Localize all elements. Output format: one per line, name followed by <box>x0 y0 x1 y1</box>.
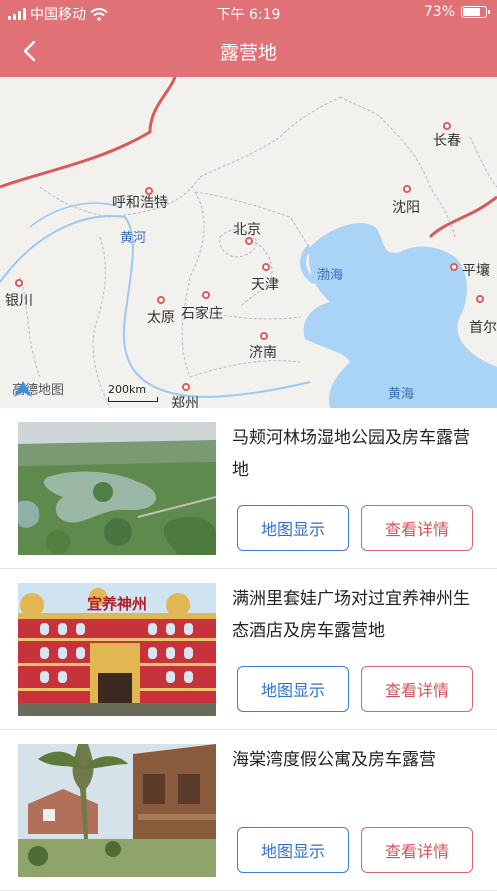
map-marker <box>450 263 458 271</box>
map-marker <box>15 279 23 287</box>
resort-cabins-image <box>18 744 216 877</box>
map-marker <box>403 185 411 193</box>
map-marker <box>260 332 268 340</box>
map-scale: 200km <box>108 383 158 402</box>
status-bar: 中国移动 下午 6:19 73% <box>0 0 497 26</box>
map-provider-logo: 高德地图 <box>12 379 64 398</box>
city-label: 北京 <box>233 222 261 238</box>
city-label: 石家庄 <box>181 306 223 322</box>
campsite-name[interactable]: 海棠湾度假公寓及房车露营 <box>232 744 482 776</box>
hotel-building-image: 宜养神州 <box>18 583 216 716</box>
scale-label: 200km <box>108 383 147 396</box>
campsite-name[interactable]: 马颊河林场湿地公园及房车露营地 <box>232 422 482 486</box>
city-label: 平壤 <box>462 263 490 279</box>
city-label: 银川 <box>5 293 33 309</box>
view-details-button[interactable]: 查看详情 <box>361 827 473 873</box>
view-details-button[interactable]: 查看详情 <box>361 666 473 712</box>
hotel-sign: 宜养神州 <box>87 595 147 613</box>
amap-logo-icon <box>14 381 32 397</box>
nav-bar: 露营地 <box>0 26 497 77</box>
city-label: 首尔 <box>469 320 497 336</box>
status-right: 73% <box>423 4 490 20</box>
map-view[interactable]: 长春 呼和浩特 沈阳 北京 天津 平壤 银川 太原 石家庄 首尔 济南 郑州 黄… <box>0 77 497 408</box>
city-label: 沈阳 <box>392 200 420 216</box>
page-title: 露营地 <box>219 42 277 64</box>
campsite-photo[interactable] <box>18 422 216 555</box>
city-label: 郑州 <box>171 396 199 408</box>
show-on-map-button[interactable]: 地图显示 <box>237 505 349 551</box>
campsite-list: 马颊河林场湿地公园及房车露营地 地图显示 查看详情 宜养神州 满洲里套娃广场对过… <box>0 408 497 891</box>
list-item[interactable]: 海棠湾度假公寓及房车露营 地图显示 查看详情 <box>0 730 497 891</box>
show-on-map-button[interactable]: 地图显示 <box>237 666 349 712</box>
list-item[interactable]: 马颊河林场湿地公园及房车露营地 地图显示 查看详情 <box>0 408 497 569</box>
city-label: 天津 <box>251 277 279 293</box>
water-label: 黄河 <box>120 231 147 246</box>
campsite-photo[interactable] <box>18 744 216 877</box>
city-label: 呼和浩特 <box>112 195 168 211</box>
wetland-aerial-image <box>18 422 216 555</box>
water-label: 渤海 <box>317 268 344 283</box>
map-marker <box>157 296 165 304</box>
battery-icon <box>461 6 490 18</box>
map-marker <box>443 122 451 130</box>
battery-percent: 73% <box>423 4 455 20</box>
show-on-map-button[interactable]: 地图显示 <box>237 827 349 873</box>
clock: 下午 6:19 <box>216 7 281 23</box>
campsite-photo[interactable]: 宜养神州 <box>18 583 216 716</box>
map-marker <box>182 383 190 391</box>
city-label: 济南 <box>249 345 277 361</box>
list-item[interactable]: 宜养神州 满洲里套娃广场对过宜养神州生态酒店及房车露营地 地图显示 查看详情 <box>0 569 497 730</box>
map-marker <box>476 295 484 303</box>
city-label: 长春 <box>433 133 461 149</box>
campsite-name[interactable]: 满洲里套娃广场对过宜养神州生态酒店及房车露营地 <box>232 583 482 647</box>
water-label: 黄海 <box>388 387 415 402</box>
map-marker <box>202 291 210 299</box>
city-label: 太原 <box>147 310 175 326</box>
view-details-button[interactable]: 查看详情 <box>361 505 473 551</box>
map-marker <box>262 263 270 271</box>
